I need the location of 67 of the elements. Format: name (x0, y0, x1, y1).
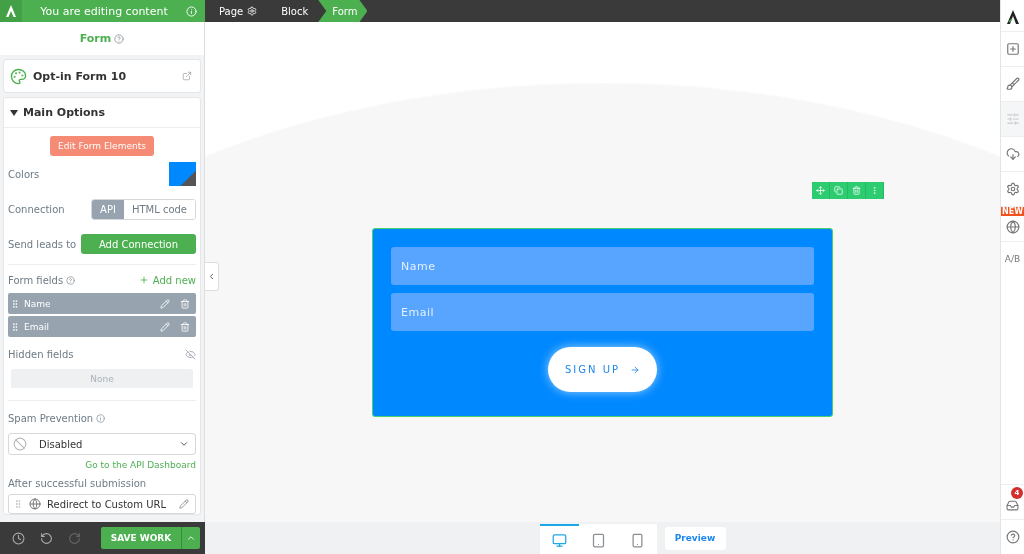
logo-icon (1005, 9, 1020, 25)
inbox-icon (1006, 498, 1019, 512)
globe-icon (1005, 220, 1020, 234)
spam-select[interactable]: Disabled (8, 433, 196, 455)
arrow-right-icon (630, 364, 641, 375)
save-options-button[interactable] (181, 527, 200, 549)
info-icon (186, 5, 197, 17)
element-name: Opt-in Form 10 (33, 69, 128, 83)
add-new-link[interactable]: Add new (138, 274, 196, 286)
field-label: Send leads to (8, 238, 77, 250)
save-button[interactable]: SAVE WORK (101, 527, 181, 549)
form-field-item[interactable]: Name (8, 293, 196, 314)
ban-icon (13, 437, 27, 451)
drag-handle-icon (13, 499, 23, 509)
sliders-icon[interactable] (1001, 101, 1024, 136)
sign-up-button[interactable]: SIGN UP (548, 347, 657, 392)
drag-handle-icon (10, 298, 20, 309)
segment-button[interactable]: API (92, 199, 124, 219)
section-title: Main Options (23, 106, 105, 119)
form-field-item[interactable]: Email (8, 316, 196, 337)
tablet-icon (590, 532, 606, 548)
input-field[interactable]: Email (391, 293, 814, 331)
field-label: Colors (8, 168, 40, 180)
delete-icon[interactable] (180, 321, 190, 332)
chevron-up-icon (186, 533, 196, 543)
eye-off-icon (185, 348, 196, 360)
breadcrumb[interactable]: Block (267, 0, 319, 22)
color-swatch[interactable] (169, 162, 196, 186)
settings-icon (247, 6, 258, 16)
action-item[interactable]: Redirect to Custom URL (8, 494, 196, 514)
caret-icon (10, 109, 18, 116)
field-label: After successful submission (8, 478, 148, 489)
api-dashboard-link[interactable]: Go to the API Dashboard (85, 460, 196, 470)
help-icon (114, 33, 125, 44)
field-name: Email (24, 321, 50, 332)
preview-button[interactable]: Preview (664, 526, 726, 550)
panel-title: Form (79, 32, 112, 45)
redo-icon[interactable] (68, 531, 81, 545)
mobile-icon (629, 532, 645, 548)
input-field[interactable]: Name (391, 247, 814, 285)
collapse-handle[interactable] (205, 262, 219, 291)
palette-icon (10, 67, 27, 85)
banner-text: You are editing content (39, 4, 169, 18)
field-label: Form fields (8, 274, 64, 286)
help-icon (66, 275, 76, 285)
field-label: Spam Prevention (8, 412, 94, 424)
desktop-icon (551, 532, 567, 548)
plus-icon (138, 275, 149, 285)
external-link-icon[interactable] (182, 71, 192, 81)
history-icon[interactable] (12, 531, 25, 545)
field-label: Hidden fields (8, 348, 74, 360)
add-connection-button[interactable]: Add Connection (81, 234, 196, 254)
edit-elements-button[interactable]: Edit Form Elements (50, 136, 154, 156)
new-badge: NEW (1001, 207, 1024, 216)
edit-icon[interactable] (179, 499, 189, 509)
drag-handle-icon (10, 321, 20, 332)
field-label: Connection (8, 203, 65, 215)
info-icon (96, 413, 106, 423)
action-name: Redirect to Custom URL (47, 498, 167, 510)
delete-icon[interactable] (180, 298, 190, 309)
breadcrumb[interactable]: Page (205, 0, 268, 22)
field-name: Name (24, 298, 52, 309)
section-header[interactable]: Main Options (4, 98, 200, 128)
undo-icon[interactable] (40, 531, 53, 545)
breadcrumb[interactable]: Form (318, 0, 368, 22)
empty-state: None (11, 369, 193, 388)
chevron-down-icon (179, 439, 189, 449)
